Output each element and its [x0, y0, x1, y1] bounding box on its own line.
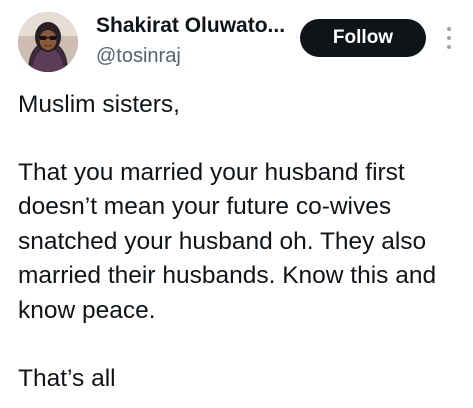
- ellipsis-dot: [447, 36, 451, 40]
- vertical-ellipsis-icon[interactable]: [442, 25, 456, 51]
- user-display-name[interactable]: Shakirat Oluwato...: [96, 12, 288, 40]
- tweet-text: Muslim sisters, That you married your hu…: [18, 88, 463, 397]
- follow-button[interactable]: Follow: [300, 19, 426, 57]
- tweet-card: Shakirat Oluwato... @tosinraj Follow Mus…: [0, 0, 473, 408]
- ellipsis-dot: [447, 27, 451, 31]
- tweet-paragraph: That you married your husband first does…: [18, 158, 437, 324]
- tweet-paragraph: Muslim sisters,: [18, 91, 180, 118]
- user-avatar[interactable]: [18, 12, 78, 72]
- user-handle[interactable]: @tosinraj: [96, 43, 181, 69]
- ellipsis-dot: [447, 45, 451, 49]
- tweet-paragraph: That’s all: [18, 365, 116, 392]
- avatar-image: [18, 12, 78, 72]
